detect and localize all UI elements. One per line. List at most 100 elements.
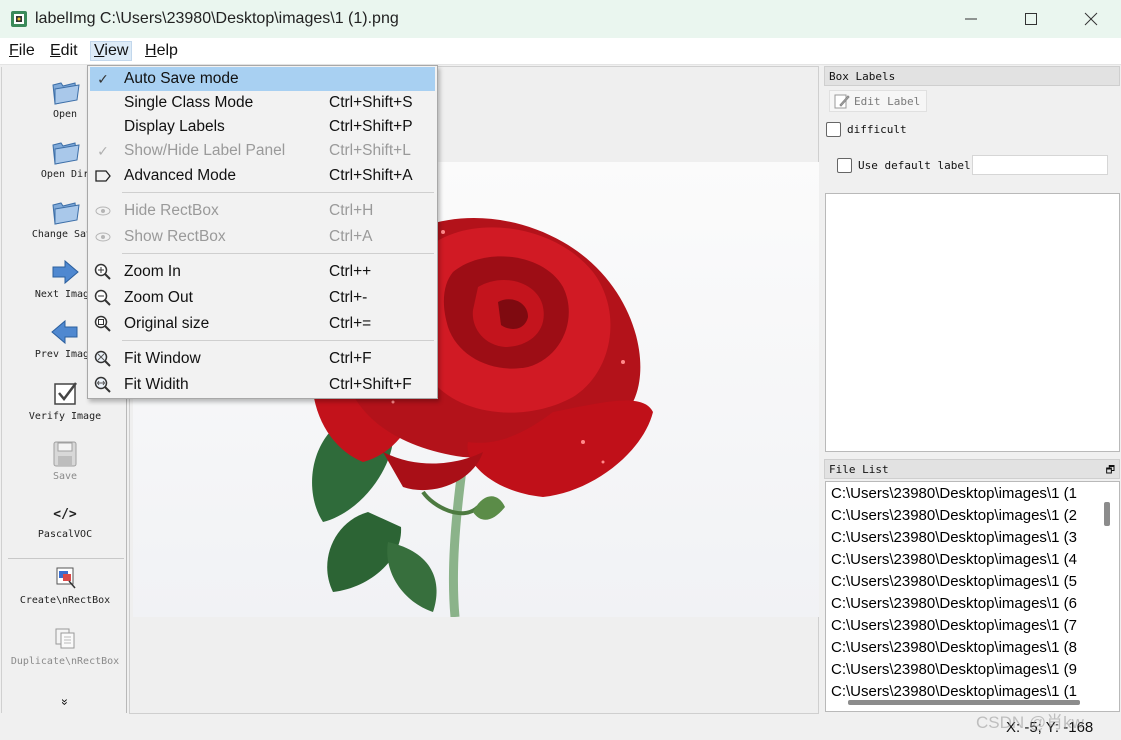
menu-item-shortcut: Ctrl++ [329, 263, 372, 280]
create-rectbox-icon [56, 567, 76, 589]
arrow-right-icon [52, 259, 79, 285]
eye-icon [94, 202, 112, 220]
menu-file[interactable]: File [7, 42, 37, 60]
menu-item-label: Fit Widith [124, 376, 189, 393]
label-tag-icon [94, 167, 112, 185]
checkbox-verify-icon [54, 382, 77, 405]
menu-item-show-rectbox[interactable]: Show RectBox Ctrl+A [90, 225, 435, 249]
minimize-icon [965, 18, 977, 20]
use-default-label-checkbox[interactable] [837, 158, 852, 173]
menu-item-label: Single Class Mode [124, 94, 254, 111]
fit-width-icon [94, 376, 112, 394]
difficult-checkbox[interactable] [826, 122, 841, 137]
open-dir-icon [52, 142, 80, 165]
menu-item-label: Zoom In [124, 263, 181, 280]
menu-item-zoom-in[interactable]: Zoom In Ctrl++ [90, 260, 435, 284]
menu-item-fit-width[interactable]: Fit Widith Ctrl+Shift+F [90, 373, 435, 397]
csdn-watermark: CSDN @肖kw [976, 713, 1084, 732]
zoom-in-icon [94, 263, 112, 281]
maximize-button[interactable] [1011, 6, 1051, 32]
duplicate-rectbox-button[interactable]: Duplicate\nRectBox [2, 624, 128, 667]
create-rectbox-button[interactable]: Create\nRectBox [2, 563, 128, 606]
menu-view[interactable]: View [90, 41, 133, 61]
menu-edit-accel: E [50, 42, 61, 59]
duplicate-rectbox-icon [55, 628, 75, 649]
menu-item-label: Advanced Mode [124, 167, 237, 184]
menu-file-label: ile [18, 42, 35, 59]
code-format-icon: </> [53, 507, 77, 522]
duplicate-rectbox-label: Duplicate\nRectBox [10, 656, 120, 667]
file-list-item[interactable]: C:\Users\23980\Desktop\images\1 (4 [831, 551, 1077, 573]
menu-item-advanced-mode[interactable]: Advanced Mode Ctrl+Shift+A [90, 164, 435, 188]
change-save-dir-icon [52, 202, 80, 225]
file-list-dock-title: File List 🗗 [824, 459, 1120, 479]
menu-item-display-labels[interactable]: Display Labels Ctrl+Shift+P [90, 115, 435, 139]
menu-help-accel: H [145, 42, 157, 59]
minimize-button[interactable] [951, 6, 991, 32]
window-title: labelImg C:\Users\23980\Desktop\images\1… [35, 10, 399, 27]
difficult-label: difficult [847, 123, 907, 136]
default-label-input[interactable] [972, 155, 1108, 175]
menu-item-label: Auto Save mode [124, 70, 239, 87]
edit-label-text: Edit Label [854, 94, 921, 108]
fit-window-icon [94, 350, 112, 368]
save-button[interactable]: Save [2, 439, 128, 482]
menu-item-original-size[interactable]: Original size Ctrl+= [90, 312, 435, 336]
edit-label-button[interactable]: Edit Label [829, 90, 927, 112]
menu-item-shortcut: Ctrl+Shift+L [329, 142, 411, 159]
menu-item-auto-save-mode[interactable]: ✓ Auto Save mode [90, 67, 435, 91]
verify-image-label: Verify Image [28, 411, 102, 422]
floppy-save-icon [53, 441, 77, 467]
file-list-title-text: File List [829, 463, 889, 476]
menu-item-show-hide-label-panel[interactable]: ✓ Show/Hide Label Panel Ctrl+Shift+L [90, 139, 435, 163]
format-label: PascalVOC [37, 529, 93, 540]
status-bar: X: -5; Y: -168 [0, 714, 1121, 740]
menu-item-shortcut: Ctrl+Shift+P [329, 118, 413, 135]
file-list-item[interactable]: C:\Users\23980\Desktop\images\1 (9 [831, 661, 1077, 683]
file-list-item[interactable]: C:\Users\23980\Desktop\images\1 (1 [831, 485, 1077, 507]
file-list-item[interactable]: C:\Users\23980\Desktop\images\1 (6 [831, 595, 1077, 617]
file-list-horizontal-scrollbar[interactable] [848, 700, 1080, 705]
chevron-double-down-icon: » [58, 698, 72, 706]
title-bar: labelImg C:\Users\23980\Desktop\images\1… [0, 0, 1121, 38]
format-toggle-button[interactable]: </> PascalVOC [2, 503, 128, 540]
file-list[interactable]: C:\Users\23980\Desktop\images\1 (1 C:\Us… [825, 481, 1120, 712]
view-menu-dropdown: ✓ Auto Save mode Single Class Mode Ctrl+… [87, 65, 438, 399]
menu-file-accel: F [9, 42, 19, 59]
menu-item-fit-window[interactable]: Fit Window Ctrl+F [90, 347, 435, 371]
maximize-icon [1025, 13, 1037, 25]
menu-item-shortcut: Ctrl+Shift+A [329, 167, 413, 184]
check-icon: ✓ [97, 142, 109, 159]
save-label: Save [52, 471, 78, 482]
menu-item-zoom-out[interactable]: Zoom Out Ctrl+- [90, 286, 435, 310]
menu-item-label: Zoom Out [124, 289, 193, 306]
close-button[interactable] [1071, 6, 1111, 32]
create-rectbox-label: Create\nRectBox [19, 595, 111, 606]
file-list-item[interactable]: C:\Users\23980\Desktop\images\1 (5 [831, 573, 1077, 595]
menu-item-shortcut: Ctrl+A [329, 228, 373, 245]
file-list-item[interactable]: C:\Users\23980\Desktop\images\1 (2 [831, 507, 1077, 529]
toolbar-extension-button[interactable]: » [58, 696, 72, 708]
menu-separator [122, 253, 434, 254]
menu-edit[interactable]: Edit [48, 42, 80, 60]
menu-edit-label: dit [60, 42, 78, 59]
labelimg-app-icon [11, 11, 27, 27]
file-list-item[interactable]: C:\Users\23980\Desktop\images\1 (8 [831, 639, 1077, 661]
box-labels-dock-title: Box Labels [824, 66, 1120, 86]
file-list-vertical-scrollbar[interactable] [1104, 502, 1110, 526]
menu-help[interactable]: Help [143, 42, 180, 60]
menu-view-label: iew [104, 42, 129, 59]
menu-bar: File Edit View Help [0, 38, 1121, 65]
use-default-label-text: Use default label [858, 159, 971, 172]
check-icon: ✓ [97, 70, 109, 87]
file-list-item[interactable]: C:\Users\23980\Desktop\images\1 (3 [831, 529, 1077, 551]
label-list[interactable] [825, 193, 1120, 452]
menu-item-hide-rectbox[interactable]: Hide RectBox Ctrl+H [90, 199, 435, 223]
menu-item-shortcut: Ctrl+Shift+S [329, 94, 413, 111]
menu-item-shortcut: Ctrl+Shift+F [329, 376, 412, 393]
dock-float-icon[interactable]: 🗗 [1106, 463, 1115, 480]
toolbar-separator [8, 558, 124, 559]
edit-pencil-icon [834, 94, 850, 109]
menu-item-single-class-mode[interactable]: Single Class Mode Ctrl+Shift+S [90, 91, 435, 115]
file-list-item[interactable]: C:\Users\23980\Desktop\images\1 (7 [831, 617, 1077, 639]
